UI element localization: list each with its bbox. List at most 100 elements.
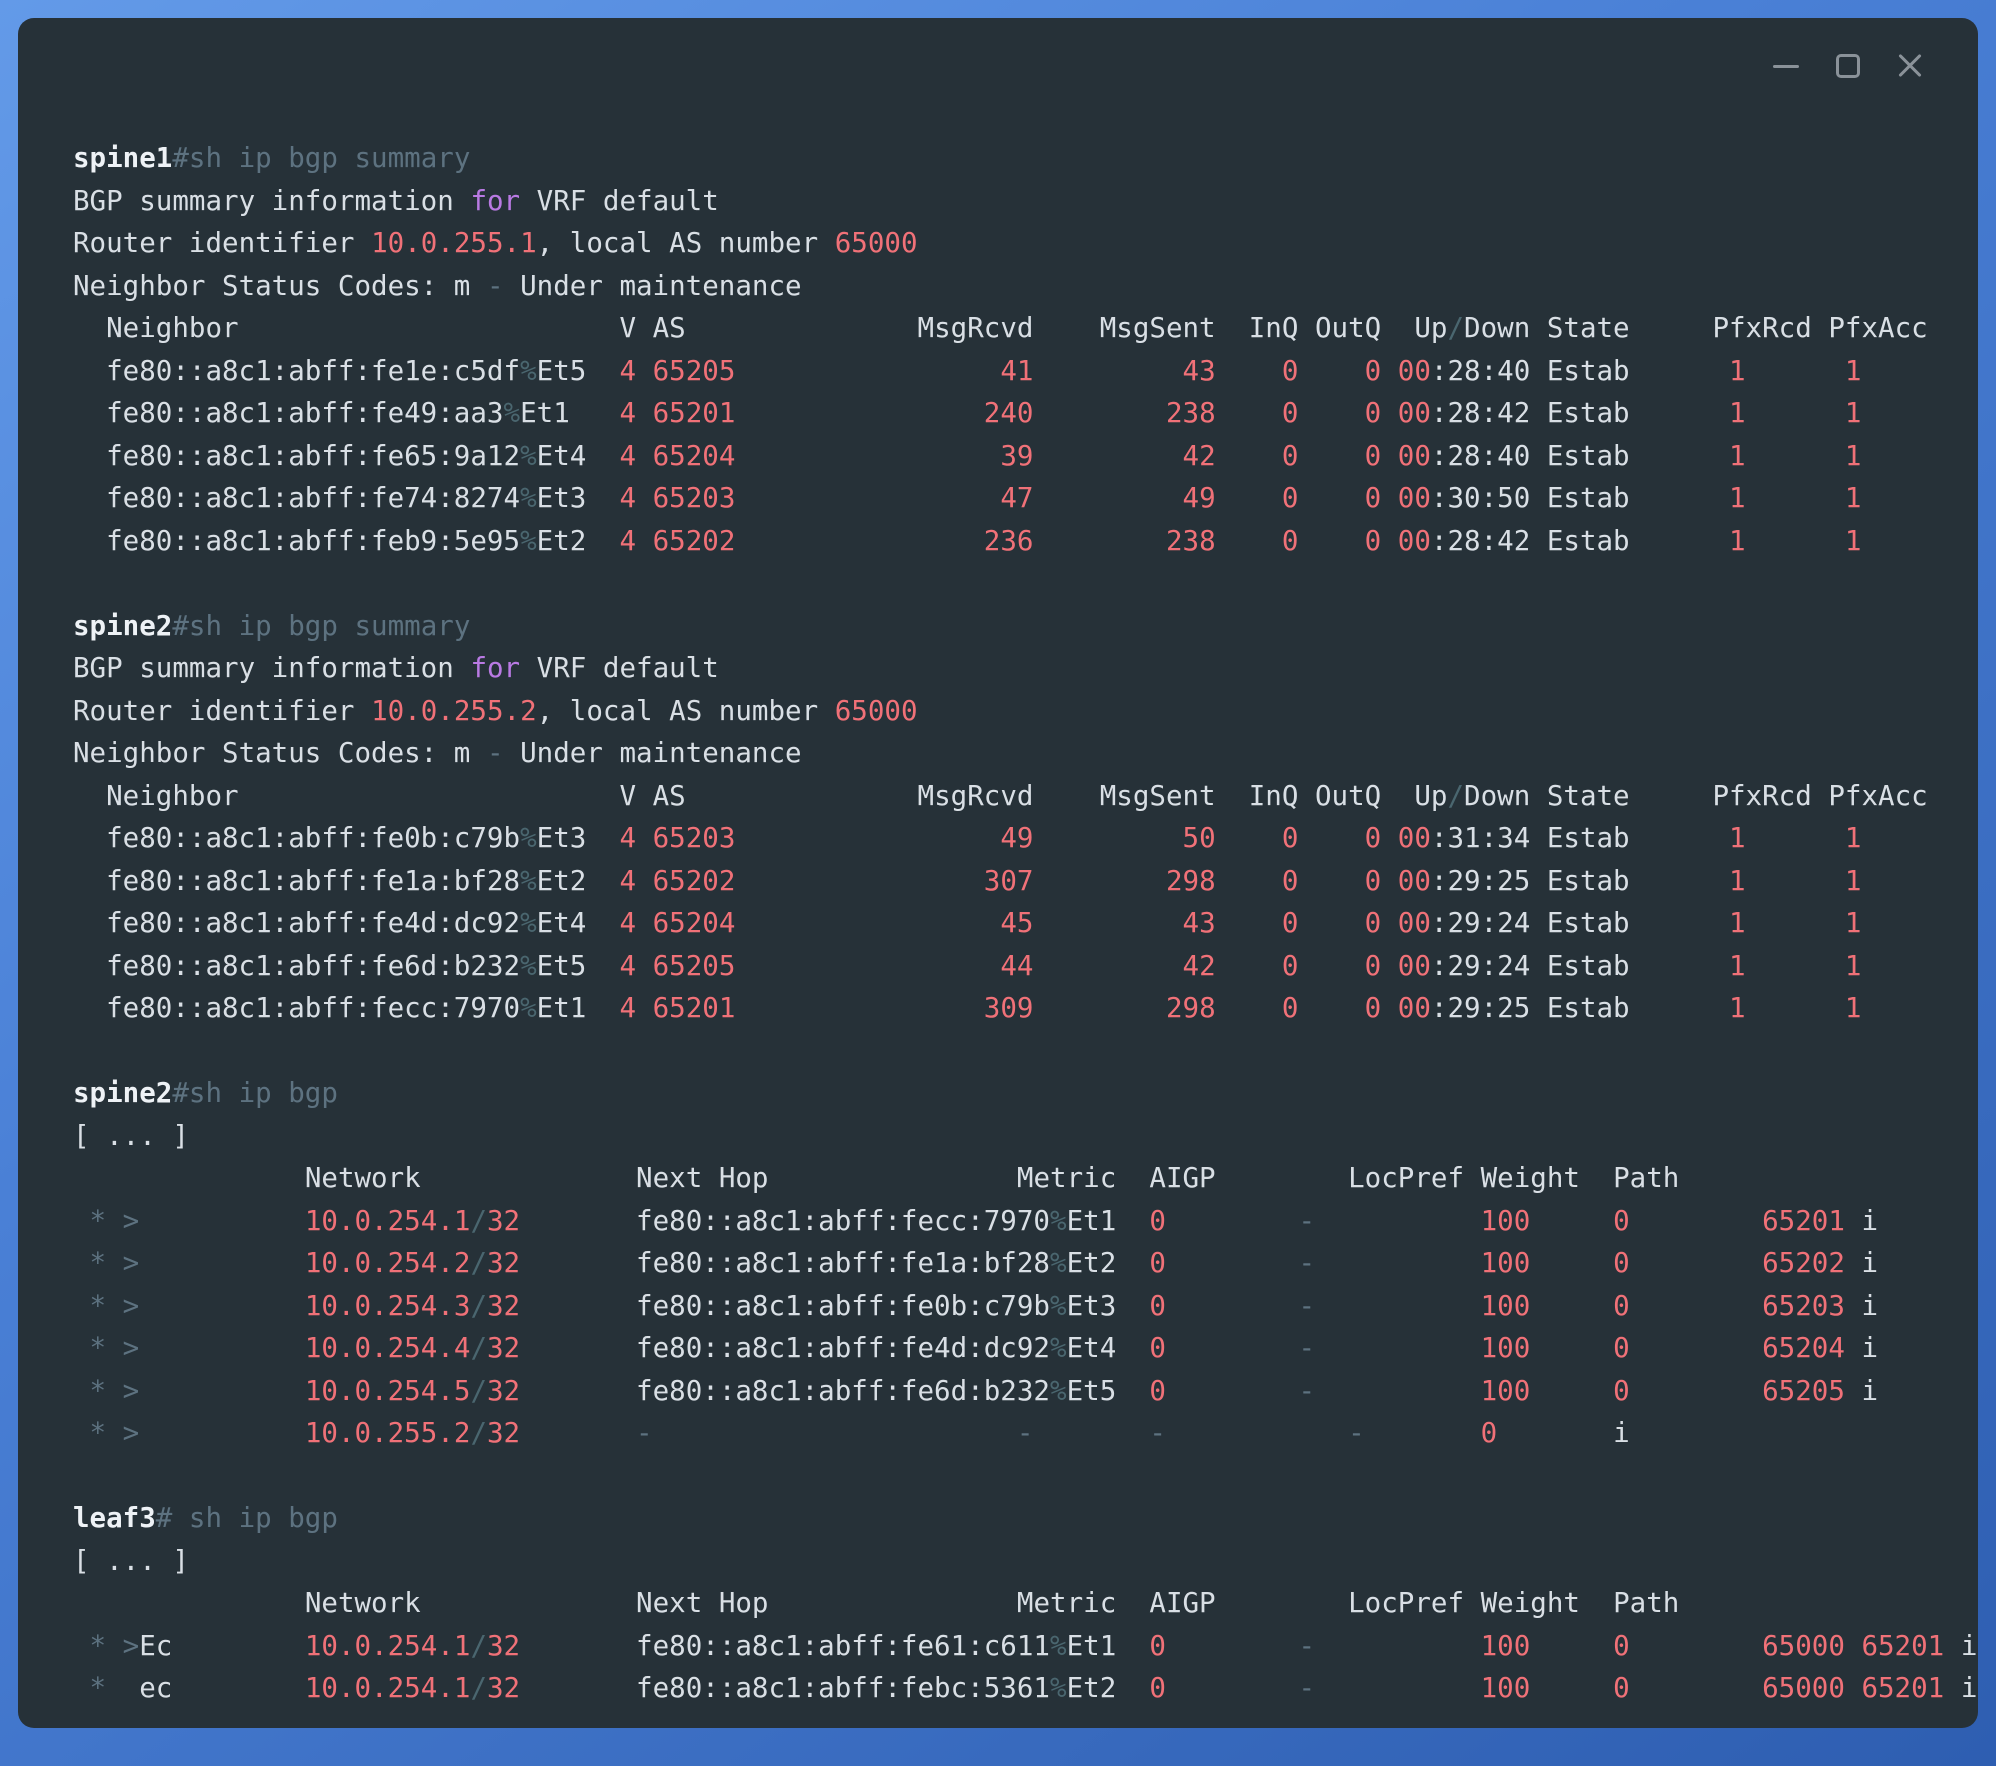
terminal-text-segment: 32: [487, 1370, 520, 1413]
terminal-text-segment: 0: [1282, 392, 1299, 435]
terminal-text-segment: 10.0.254.1: [305, 1200, 471, 1243]
terminal-text-segment: 0: [1613, 1625, 1630, 1668]
terminal-line: Router identifier10.0.255.1,local AS num…: [73, 222, 1978, 265]
terminal-text-segment: spine2: [73, 605, 172, 648]
terminal-line: *ec10.0.254.1/32fe80::a8c1:abff:febc:536…: [73, 1667, 1978, 1710]
terminal-text-segment: fe80::a8c1:abff:fe1e:c5df: [106, 350, 520, 393]
terminal-text-segment: 65201: [653, 392, 736, 435]
maximize-button[interactable]: [1832, 50, 1864, 82]
terminal-text-segment: i: [1861, 1242, 1878, 1285]
terminal-text-segment: i: [1613, 1412, 1630, 1455]
terminal-text-segment: OutQ: [1315, 307, 1381, 350]
terminal-text-segment: :28:42: [1431, 392, 1530, 435]
terminal-text-segment: -: [1298, 1285, 1315, 1328]
terminal-text-segment: Estab: [1547, 350, 1630, 393]
terminal-text-segment: 0: [1365, 902, 1382, 945]
terminal-line: *>10.0.254.3/32fe80::a8c1:abff:fe0b:c79b…: [73, 1285, 1978, 1328]
terminal-text-segment: Neighbor: [106, 775, 238, 818]
terminal-text-segment: 10.0.255.1: [371, 222, 537, 265]
close-button[interactable]: [1894, 50, 1926, 82]
terminal-text-segment: 0: [1613, 1285, 1630, 1328]
terminal-text-segment: 100: [1481, 1285, 1531, 1328]
terminal-text-segment: V: [619, 775, 636, 818]
terminal-text-segment: *: [90, 1242, 107, 1285]
terminal-line: [73, 562, 1978, 605]
terminal-text-segment: 0: [1149, 1667, 1166, 1710]
terminal-line: Neighbor Status Codes: m-Under maintenan…: [73, 732, 1978, 775]
terminal-text-segment: /: [470, 1370, 487, 1413]
terminal-text-segment: State: [1547, 775, 1630, 818]
terminal-text-segment: fe80::a8c1:abff:fe4d:dc92: [636, 1327, 1050, 1370]
terminal-text-segment: Under maintenance: [520, 732, 801, 775]
terminal-text-segment: 100: [1481, 1242, 1531, 1285]
terminal-line: fe80::a8c1:abff:fe1e:c5df%Et546520541430…: [73, 350, 1978, 393]
terminal-text-segment: *: [90, 1370, 107, 1413]
terminal-text-segment: LocPref: [1348, 1157, 1464, 1200]
terminal-text-segment: 1: [1845, 477, 1862, 520]
terminal-text-segment: 65202: [1762, 1242, 1845, 1285]
terminal-text-segment: 100: [1481, 1200, 1531, 1243]
terminal-text-segment: 0: [1282, 945, 1299, 988]
terminal-text-segment: Weight: [1481, 1582, 1580, 1625]
terminal-text-segment: :29:25: [1431, 860, 1530, 903]
terminal-text-segment: 49: [1000, 817, 1033, 860]
terminal-text-segment: AIGP: [1149, 1582, 1215, 1625]
terminal-line: fe80::a8c1:abff:fecc:7970%Et146520130929…: [73, 987, 1978, 1030]
terminal-text-segment: 100: [1481, 1327, 1531, 1370]
terminal-text-segment: 10.0.255.2: [371, 690, 537, 733]
terminal-text-segment: 32: [487, 1327, 520, 1370]
terminal-text-segment: 0: [1613, 1242, 1630, 1285]
terminal-text-segment: 1: [1845, 392, 1862, 435]
terminal-text-segment: Estab: [1547, 945, 1630, 988]
terminal-text-segment: i: [1861, 1370, 1878, 1413]
terminal-text-segment: Et4: [1067, 1327, 1117, 1370]
titlebar[interactable]: [18, 18, 1978, 108]
terminal-text-segment: 65000: [835, 690, 918, 733]
terminal-text-segment: Metric: [1017, 1157, 1116, 1200]
terminal-text-segment: 0: [1149, 1285, 1166, 1328]
terminal-text-segment: local AS number: [570, 222, 818, 265]
terminal-text-segment: -: [1348, 1412, 1365, 1455]
terminal-text-segment: 0: [1613, 1667, 1630, 1710]
terminal-text-segment: fe80::a8c1:abff:fe6d:b232: [636, 1370, 1050, 1413]
terminal-text-segment: %: [520, 477, 537, 520]
terminal-text-segment: %: [520, 860, 537, 903]
terminal-text-segment: %: [520, 945, 537, 988]
terminal-text-segment: /: [470, 1200, 487, 1243]
terminal-text-segment: 0: [1365, 860, 1382, 903]
terminal-line: spine1#sh ip bgp summary: [73, 137, 1978, 180]
terminal-text-segment: ,: [537, 222, 554, 265]
terminal-line: *>10.0.254.5/32fe80::a8c1:abff:fe6d:b232…: [73, 1370, 1978, 1413]
terminal-line: NetworkNext HopMetricAIGPLocPrefWeightPa…: [73, 1157, 1978, 1200]
terminal-text-segment: 4: [619, 817, 636, 860]
terminal-line: NeighborVASMsgRcvdMsgSentInQOutQUp/DownS…: [73, 775, 1978, 818]
terminal-text-segment: 65204: [653, 435, 736, 478]
terminal-text-segment: Et5: [537, 945, 587, 988]
terminal-text-segment: Estab: [1547, 987, 1630, 1030]
minimize-button[interactable]: [1770, 50, 1802, 82]
terminal-text-segment: #sh ip bgp: [172, 1072, 338, 1115]
terminal-text-segment: 1: [1729, 902, 1746, 945]
terminal-text-segment: 0: [1149, 1242, 1166, 1285]
terminal-text-segment: 65205: [653, 945, 736, 988]
terminal-text-segment: 1: [1729, 945, 1746, 988]
terminal-text-segment: 4: [619, 945, 636, 988]
terminal-text-segment: Neighbor Status Codes: m: [73, 732, 470, 775]
terminal-text-segment: 65201: [653, 987, 736, 1030]
terminal-text-segment: fe80::a8c1:abff:fe74:8274: [106, 477, 520, 520]
terminal-text-segment: 50: [1183, 817, 1216, 860]
terminal-text-segment: Path: [1613, 1582, 1679, 1625]
terminal-text-segment: V: [619, 307, 636, 350]
terminal-text-segment: -: [1298, 1242, 1315, 1285]
terminal-line: fe80::a8c1:abff:fe74:8274%Et346520347490…: [73, 477, 1978, 520]
terminal-content[interactable]: spine1#sh ip bgp summaryBGP summary info…: [73, 137, 1978, 1710]
terminal-text-segment: Path: [1613, 1157, 1679, 1200]
terminal-text-segment: [ ... ]: [73, 1540, 189, 1583]
terminal-text-segment: :29:25: [1431, 987, 1530, 1030]
terminal-text-segment: #sh ip bgp summary: [172, 605, 470, 648]
terminal-text-segment: PfxAcc: [1828, 775, 1927, 818]
terminal-text-segment: Neighbor: [106, 307, 238, 350]
terminal-text-segment: Under maintenance: [520, 265, 801, 308]
terminal-text-segment: *: [90, 1200, 107, 1243]
terminal-text-segment: 65000 65201: [1762, 1667, 1944, 1710]
